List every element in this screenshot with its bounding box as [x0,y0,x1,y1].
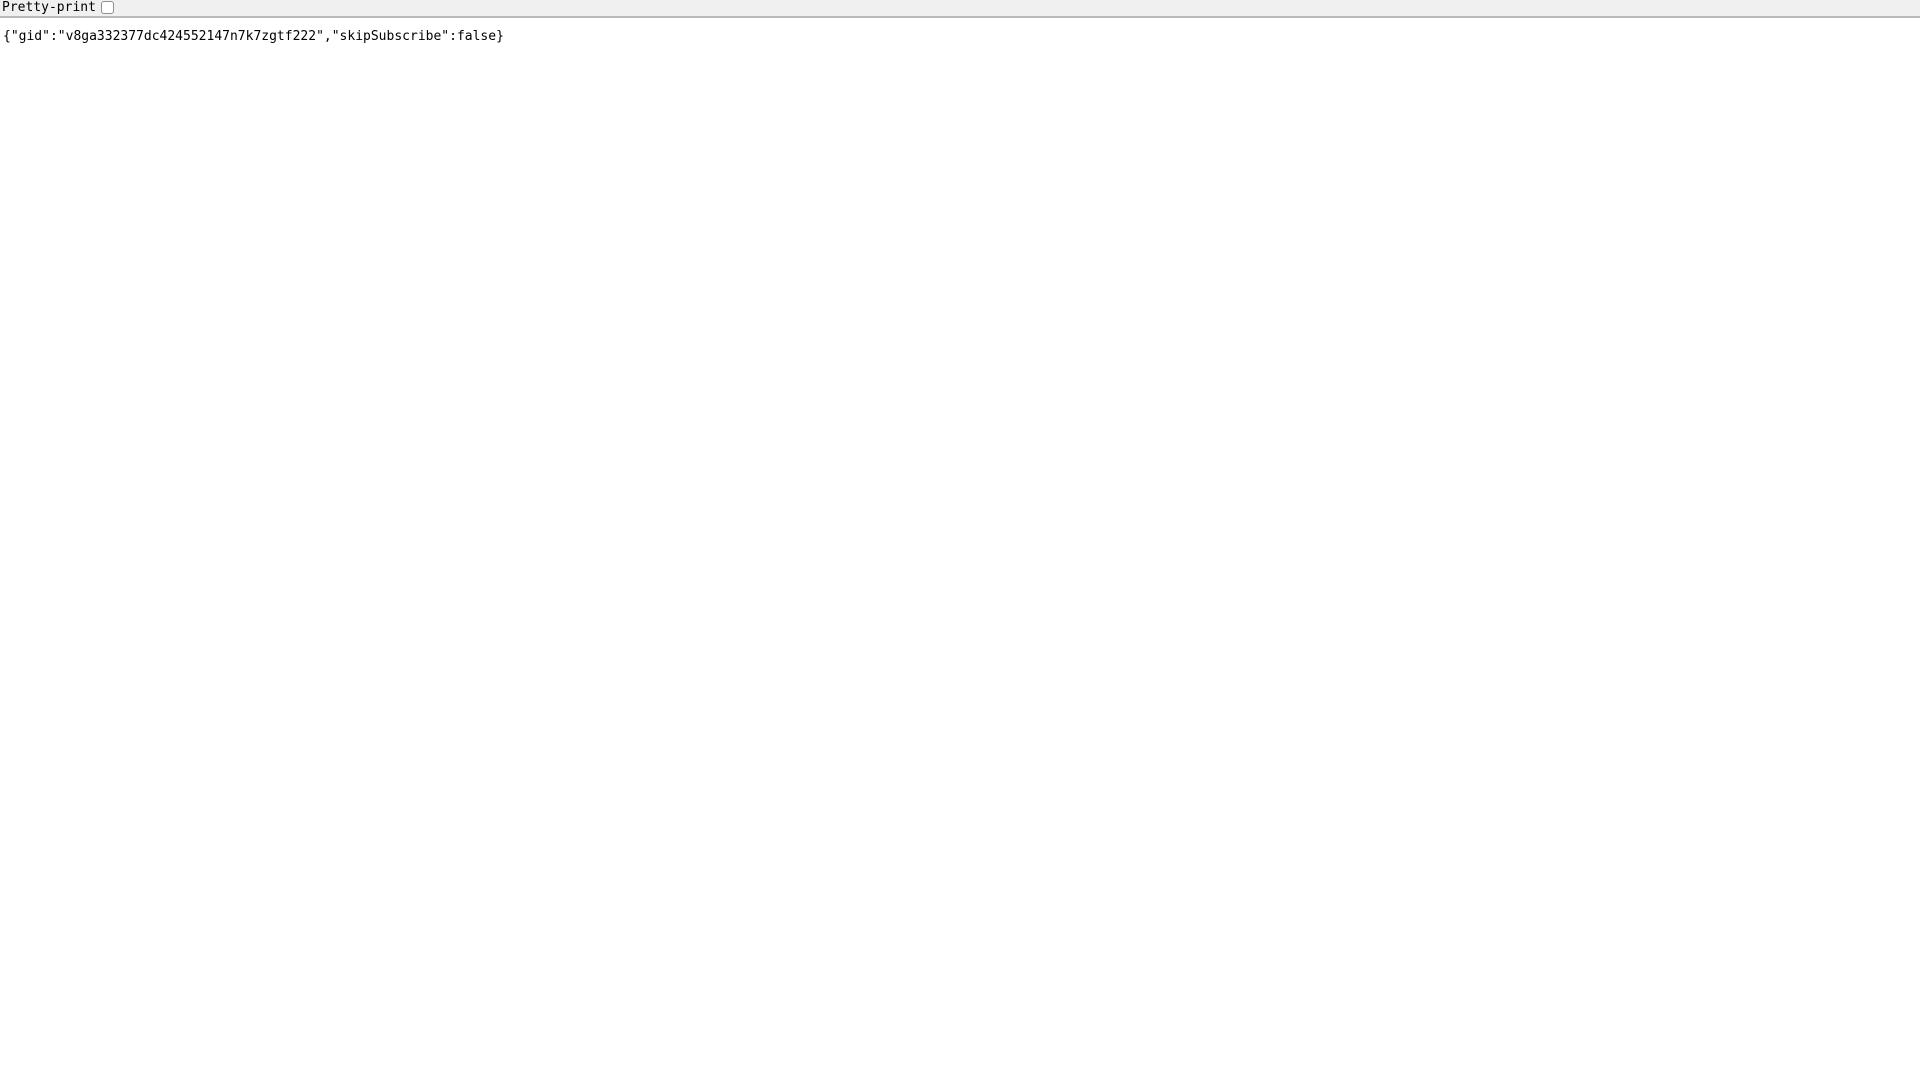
raw-json-text: {"gid":"v8ga332377dc424552147n7k7zgtf222… [3,29,504,44]
pretty-print-label: Pretty-print [2,0,96,15]
pretty-print-bar: Pretty-print [0,0,1920,18]
pretty-print-checkbox[interactable] [100,1,114,14]
